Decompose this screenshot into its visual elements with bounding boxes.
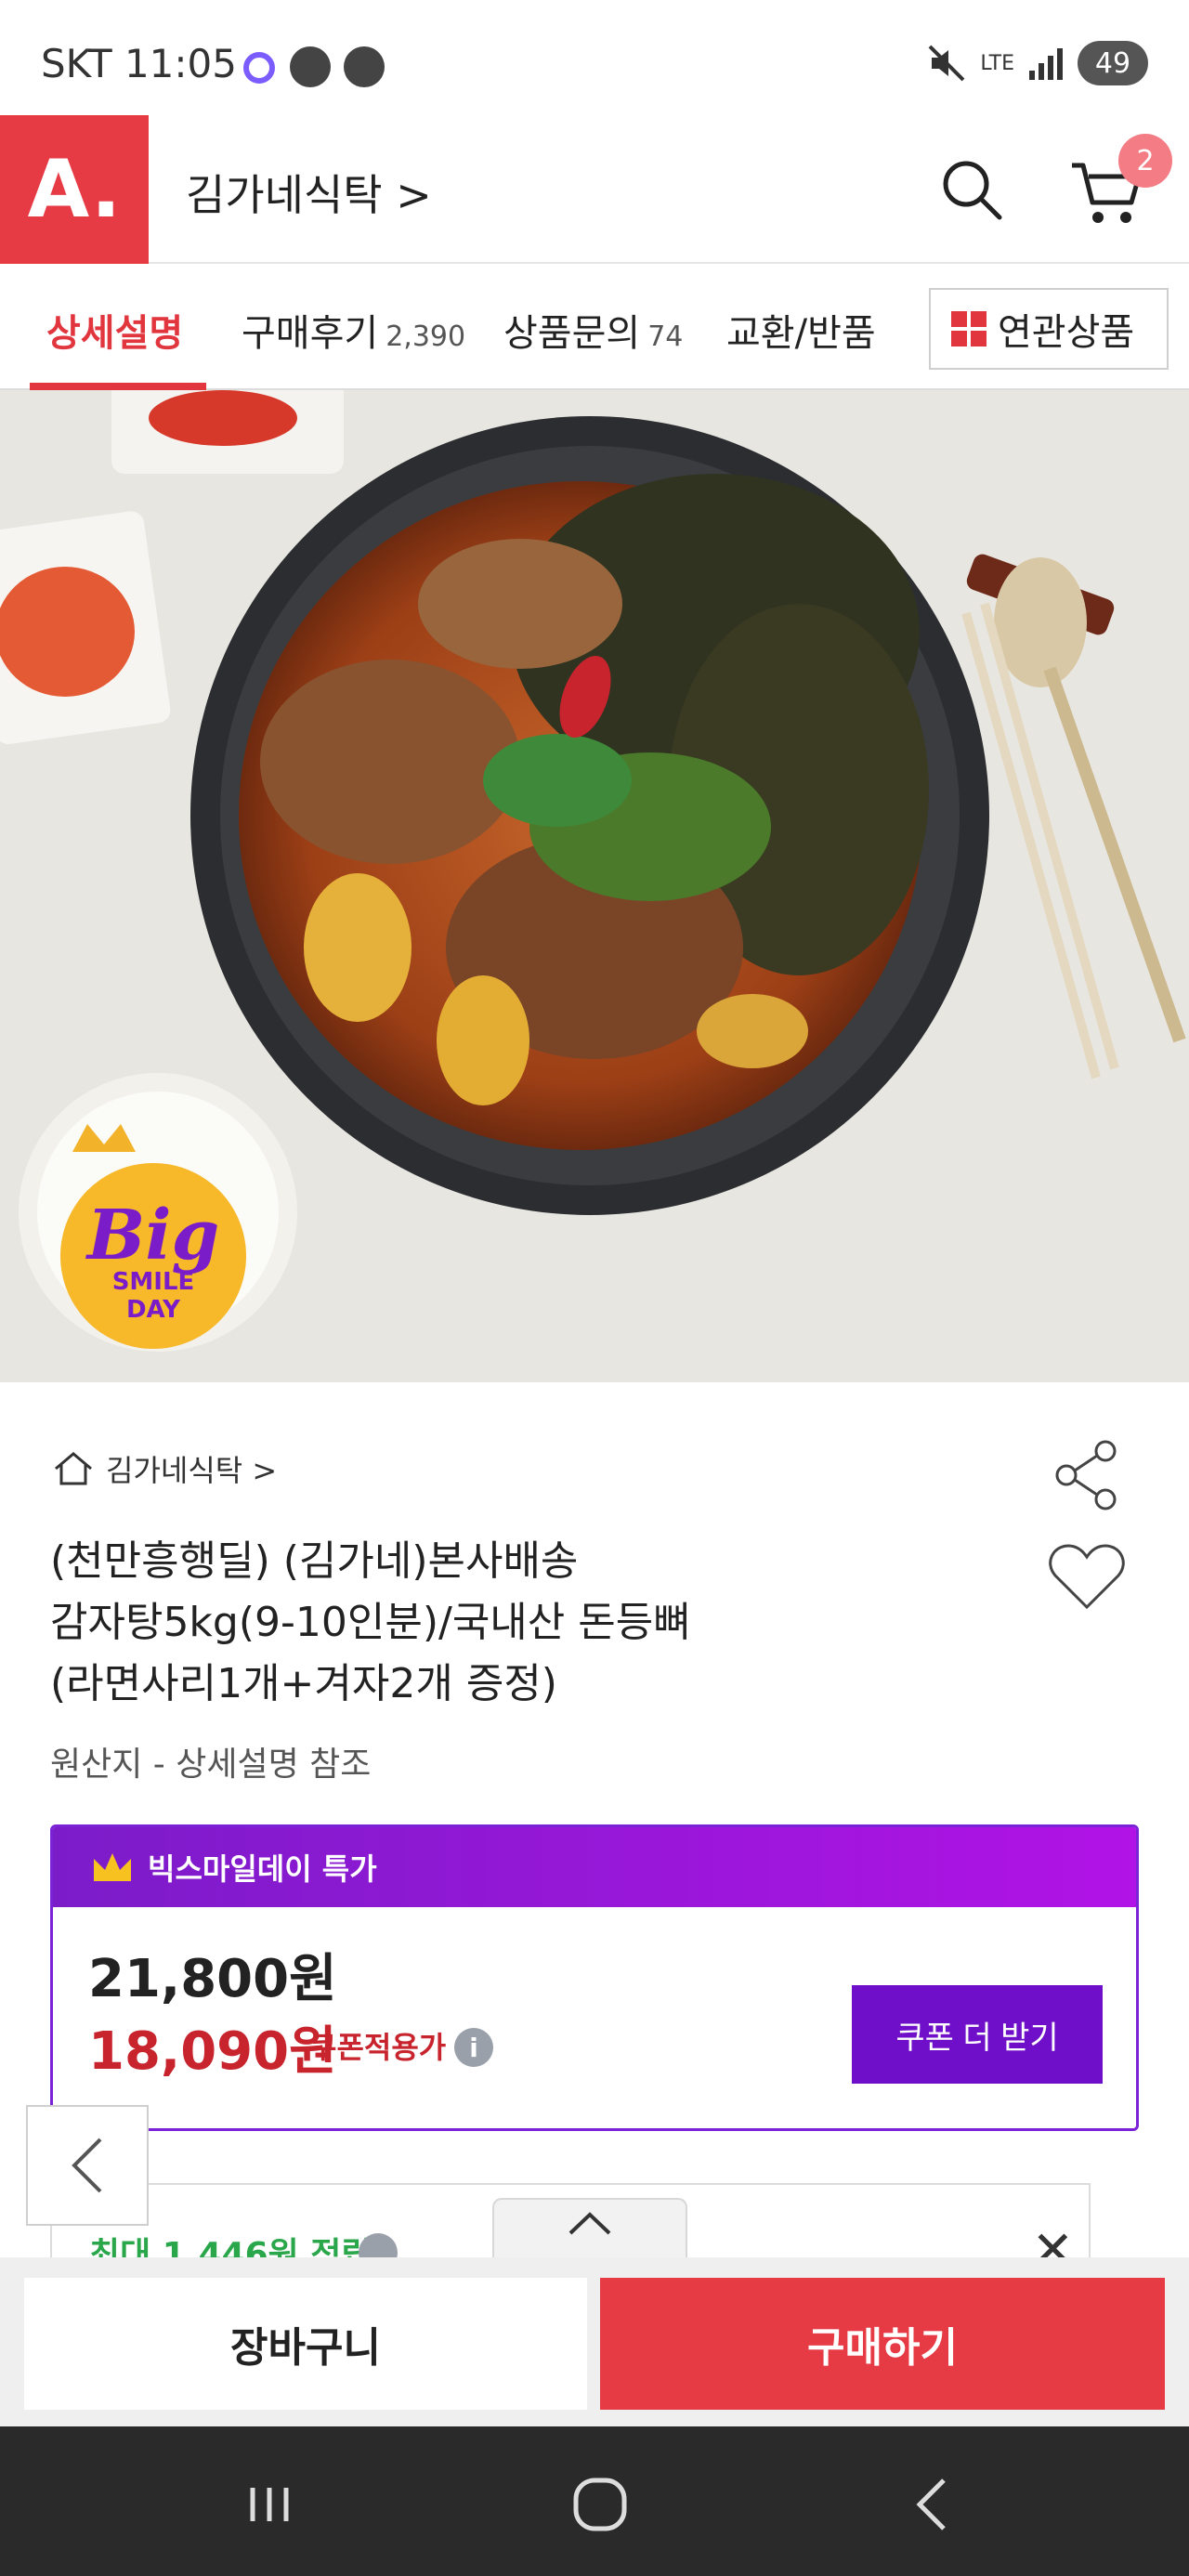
search-icon[interactable] (938, 156, 1005, 223)
product-image[interactable]: Big SMILE DAY (0, 390, 1189, 1382)
mute-icon (929, 45, 965, 82)
tab-questions[interactable]: 상품문의 74 (503, 303, 683, 357)
message-notification-icon (344, 46, 385, 87)
signal-icon (1029, 48, 1063, 80)
tab-exchange-return[interactable]: 교환/반품 (726, 303, 876, 357)
app-header: A. 김가네식탁 > 2 (0, 115, 1189, 264)
tab-description[interactable]: 상세설명 (46, 303, 183, 357)
breadcrumb[interactable]: 김가네식탁 > (52, 1447, 277, 1490)
chevron-up-icon (568, 2212, 611, 2235)
home-button-icon[interactable] (563, 2467, 637, 2542)
heart-icon[interactable] (1048, 1542, 1126, 1613)
original-price: 21,800원 (88, 1949, 337, 2009)
related-products-button[interactable]: 연관상품 (929, 288, 1169, 370)
info-icon[interactable]: i (454, 2028, 493, 2067)
sale-price: 18,090원 (88, 2021, 337, 2082)
home-icon (55, 1452, 92, 1485)
grid-icon (951, 311, 986, 347)
big-smile-day-badge: Big SMILE DAY (60, 1170, 246, 1356)
store-name-link[interactable]: 김가네식탁 > (186, 162, 432, 223)
back-button-icon[interactable] (895, 2467, 970, 2542)
tab-label: 상세설명 (46, 312, 184, 355)
product-title: (천만흥행딜) (김가네)본사배송 감자탕5kg(9-10인분)/국내산 돈등뼈… (50, 1531, 1007, 1715)
tab-label: 상품문의 (503, 312, 641, 355)
tab-label: 교환/반품 (726, 312, 876, 355)
more-coupon-button[interactable]: 쿠폰 더 받기 (852, 1985, 1103, 2084)
network-label: LTE (980, 51, 1014, 75)
price-box: 빅스마일데이 특가 21,800원 18,090원 쿠폰적용가 i 쿠폰 더 받… (50, 1824, 1139, 2131)
app-notification-icon (243, 52, 275, 84)
origin-text: 원산지 - 상세설명 참조 (50, 1746, 372, 1784)
coupon-price-label: 쿠폰적용가 (309, 2030, 447, 2065)
talk-notification-icon (290, 46, 331, 87)
active-tab-indicator (30, 383, 206, 390)
title-line: (천만흥행딜) (김가네)본사배송 (50, 1537, 579, 1585)
breadcrumb-store: 김가네식탁 > (106, 1453, 278, 1488)
battery-indicator: 49 (1078, 41, 1148, 85)
close-icon[interactable]: ✕ (1032, 2220, 1074, 2257)
points-text: 최대 1,446원 적립 (89, 2236, 372, 2257)
crown-icon (94, 1853, 131, 1881)
system-nav-bar (0, 2426, 1189, 2576)
expand-handle[interactable] (492, 2198, 687, 2257)
recent-apps-icon[interactable] (232, 2467, 307, 2542)
chevron-left-icon (72, 2138, 102, 2193)
title-line: 감자탕5kg(9-10인분)/국내산 돈등뼈 (50, 1599, 691, 1646)
status-bar: SKT 11:05 LTE 49 (0, 0, 1189, 115)
logo[interactable]: A. (0, 115, 149, 264)
tab-reviews[interactable]: 구매후기 2,390 (242, 303, 465, 357)
promo-label: 빅스마일데이 특가 (148, 1851, 377, 1887)
bottom-action-bar: 장바구니 구매하기 (0, 2257, 1189, 2426)
title-line: (라면사리1개+겨자2개 증정) (50, 1660, 557, 1707)
promo-bar: 빅스마일데이 특가 (53, 1827, 1136, 1907)
floating-back-button[interactable] (26, 2105, 149, 2226)
status-carrier-time: SKT 11:05 (41, 41, 237, 86)
status-right-icons: LTE 49 (926, 41, 1148, 85)
detail-tabs: 상세설명 구매후기 2,390 상품문의 74 교환/반품 연관상품 (0, 266, 1189, 390)
tab-count: 2,390 (385, 320, 466, 353)
tab-label: 구매후기 (242, 312, 379, 355)
share-icon[interactable] (1050, 1438, 1124, 1512)
badge-line-1: Big (86, 1196, 220, 1275)
buy-now-button[interactable]: 구매하기 (600, 2278, 1165, 2410)
related-products-label: 연관상품 (998, 311, 1135, 354)
cart-count-badge: 2 (1118, 134, 1172, 188)
tab-count: 74 (647, 320, 684, 353)
add-to-cart-button[interactable]: 장바구니 (24, 2278, 587, 2410)
badge-line-2: SMILE (111, 1268, 195, 1296)
badge-line-3: DAY (125, 1296, 181, 1324)
